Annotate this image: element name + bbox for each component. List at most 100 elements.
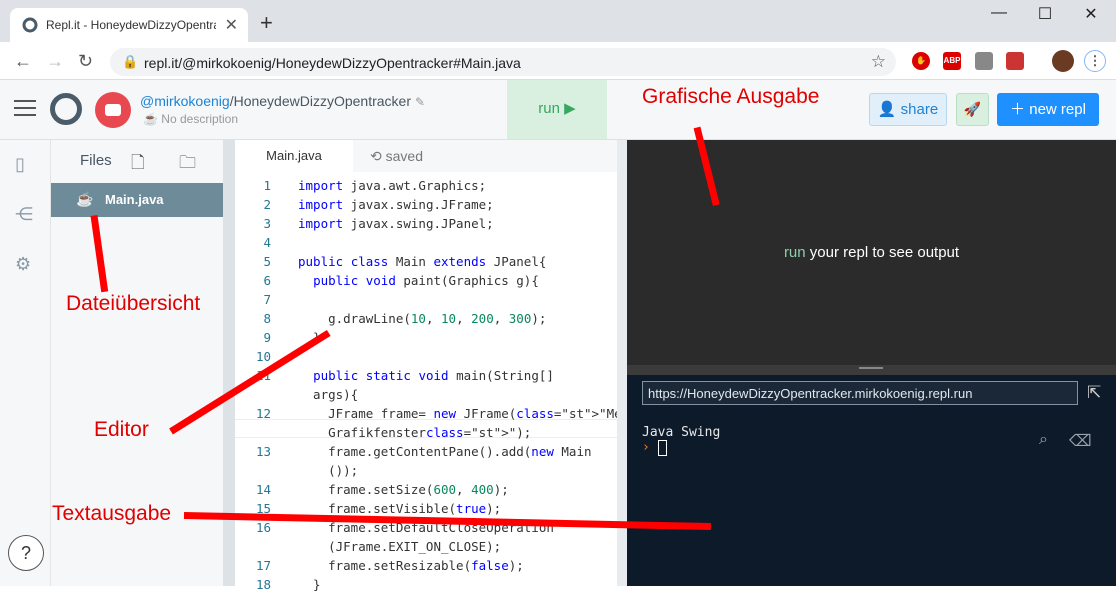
repl-run-url[interactable]: https://HoneydewDizzyOpentracker.mirkoko… [642,381,1078,405]
adblock-icon[interactable]: ✋ [912,52,930,70]
left-rail: ▯ ⋲ ⚙ ? [0,140,51,586]
history-icon[interactable]: ⟲ [370,148,382,164]
output-splitter[interactable] [627,365,1116,375]
browser-menu-icon[interactable]: ⋮ [1084,50,1106,72]
console-cursor [658,440,667,456]
line-number: 18 [255,577,271,592]
code-line[interactable]: 8 g.drawLine(10, 10, 200, 300); [235,311,615,330]
tab-close-icon[interactable]: ✕ [225,15,238,35]
code-line[interactable]: 4 [235,235,615,254]
repl-header: @mirkokoenig/HoneydewDizzyOpentracker ✎ ☕… [0,80,1116,140]
minimize-button[interactable]: — [976,4,1022,22]
repl-name[interactable]: HoneydewDizzyOpentracker [234,93,411,109]
code-line[interactable]: Grafikfensterclass="st">"); [235,425,615,444]
line-text: frame.setSize(600, 400); [298,482,509,497]
code-line[interactable]: args){ [235,387,615,406]
new-repl-button[interactable]: ＋ new repl [997,93,1099,126]
line-number: 14 [255,482,271,497]
help-button[interactable]: ? [8,535,44,571]
browser-tab[interactable]: Repl.it - HoneydewDizzyOpentrac ✕ [10,8,248,42]
code-line[interactable]: 5 public class Main extends JPanel{ [235,254,615,273]
share-nodes-icon[interactable]: ⋲ [15,204,33,225]
file-item-main-java[interactable]: ☕ Main.java [51,183,223,217]
open-external-icon[interactable]: ⇱ [1087,383,1101,403]
window-close-button[interactable]: ✕ [1068,4,1114,24]
back-icon[interactable]: ← [14,51,32,72]
line-number: 6 [263,273,271,288]
code-line[interactable]: 9 } [235,330,615,349]
clear-console-icon[interactable]: ⌫ [1069,431,1092,451]
add-file-icon[interactable]: 🗋 [131,150,145,179]
repl-description[interactable]: ☕ No description [143,112,238,126]
line-number: 17 [255,558,271,573]
line-text: (JFrame.EXIT_ON_CLOSE); [298,539,502,554]
code-line[interactable]: 18 } [235,577,615,596]
code-line[interactable]: 11 public static void main(String[] [235,368,615,387]
gear-icon[interactable]: ⚙ [15,254,31,275]
pdf-icon[interactable] [1006,52,1024,70]
profile-avatar[interactable] [1052,50,1074,72]
code-line[interactable]: 17 frame.setResizable(false); [235,558,615,577]
line-text: } [298,577,321,592]
new-tab-button[interactable]: + [260,12,273,34]
code-line[interactable]: 2 import javax.swing.JFrame; [235,197,615,216]
extension-cube-icon[interactable] [975,52,993,70]
line-number: 1 [263,178,271,193]
line-number: 16 [255,520,271,535]
browser-tabbar: Repl.it - HoneydewDizzyOpentrac ✕ + — ☐ … [0,0,1116,42]
line-text: frame.setResizable(false); [298,558,524,573]
line-number: 7 [263,292,271,307]
file-name: Main.java [105,192,164,207]
code-line[interactable]: (JFrame.EXIT_ON_CLOSE); [235,539,615,558]
maximize-button[interactable]: ☐ [1022,4,1068,24]
replit-logo[interactable] [50,93,82,125]
lock-icon: 🔒 [122,54,139,69]
user-avatar[interactable] [95,92,131,128]
edit-pencil-icon[interactable]: ✎ [415,95,425,109]
add-folder-icon[interactable]: 🗀 [179,150,196,179]
annotation-grafische-ausgabe: Grafische Ausgabe [642,85,820,108]
code-line[interactable]: 6 public void paint(Graphics g){ [235,273,615,292]
rocket-icon[interactable]: 🚀 [956,93,989,126]
run-button[interactable]: run ▶ [507,80,607,139]
code-line[interactable]: 13 frame.getContentPane().add(new Main [235,444,615,463]
console-panel[interactable]: https://HoneydewDizzyOpentracker.mirkoko… [627,375,1116,586]
code-line[interactable]: 3 import javax.swing.JPanel; [235,216,615,235]
bookmark-star-icon[interactable]: ☆ [871,52,886,72]
save-status: ⟲ saved [370,148,423,164]
code-line[interactable]: 7 [235,292,615,311]
line-number: 12 [255,406,271,421]
annotation-editor: Editor [94,418,149,441]
annotation-textausgabe: Textausgabe [52,502,172,525]
code-line[interactable]: 1 import java.awt.Graphics; [235,178,615,197]
files-icon[interactable]: ▯ [15,154,25,175]
line-number: 3 [263,216,271,231]
line-text: Grafikfensterclass="st">"); [298,425,532,440]
console-prompt: › [642,440,650,455]
forward-icon[interactable]: → [46,51,64,72]
annotation-dateiuebersicht: Dateiübersicht [66,292,201,315]
panel-divider-2[interactable] [617,140,627,586]
search-icon[interactable]: ⌕ [1039,431,1048,449]
hamburger-menu-icon[interactable] [14,100,36,121]
share-button[interactable]: 👤 share [869,93,947,126]
line-number: 9 [263,330,271,345]
java-file-icon: ☕ [76,191,94,207]
editor-tab-main-java[interactable]: Main.java [235,140,353,172]
line-text: import javax.swing.JPanel; [298,216,494,231]
line-text: public static void main(String[] [313,368,554,383]
reload-icon[interactable]: ↻ [78,51,93,72]
address-url: repl.it/@mirkokoenig/HoneydewDizzyOpentr… [144,55,521,71]
line-number: 4 [263,235,271,250]
line-number: 10 [255,349,271,364]
address-bar[interactable]: 🔒 repl.it/@mirkokoenig/HoneydewDizzyOpen… [110,48,896,76]
code-line[interactable]: 12 JFrame frame= new JFrame(class="st">"… [235,406,637,425]
repl-owner-link[interactable]: @mirkokoenig [140,93,230,109]
java-icon: ☕ [143,112,158,126]
line-text: frame.setVisible(true); [298,501,502,516]
code-line[interactable]: 14 frame.setSize(600, 400); [235,482,615,501]
line-text: args){ [298,387,359,402]
abp-icon[interactable]: ABP [943,52,961,70]
code-line[interactable]: ()); [235,463,615,482]
line-text: ()); [298,463,359,478]
